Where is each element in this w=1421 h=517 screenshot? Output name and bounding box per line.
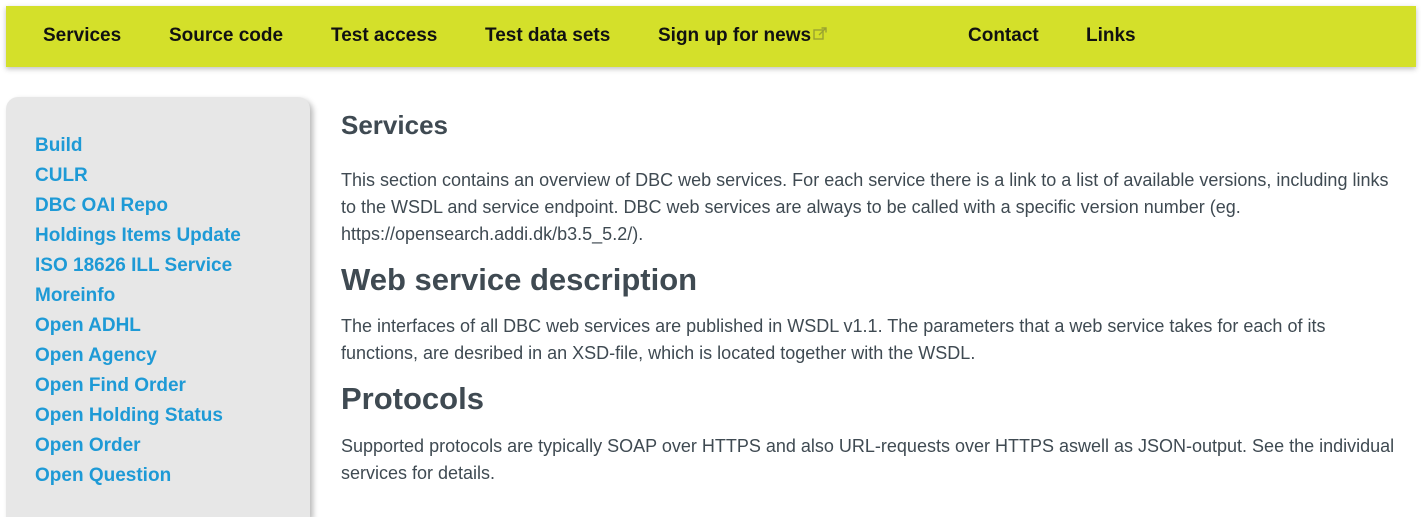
section-text-web-service-description: The interfaces of all DBC web services a… [341,316,1326,363]
sidebar-item-dbc-oai-repo[interactable]: DBC OAI Repo [35,191,241,221]
section-text-protocols: Supported protocols are typically SOAP o… [341,436,1395,483]
section-heading-protocols: Protocols [341,381,484,416]
sidebar-item-culr[interactable]: CULR [35,161,241,191]
nav-item-sign-up-for-news[interactable]: Sign up for news [658,6,828,67]
nav-item-links[interactable]: Links [1086,6,1136,67]
page-title: Services [341,110,448,140]
sidebar-item-holdings-items-update[interactable]: Holdings Items Update [35,221,241,251]
sidebar-item-iso-18626-ill-service[interactable]: ISO 18626 ILL Service [35,251,241,281]
nav-item-services[interactable]: Services [43,6,121,67]
nav-item-contact[interactable]: Contact [968,6,1039,67]
sidebar-item-moreinfo[interactable]: Moreinfo [35,281,241,311]
sidebar-item-open-find-order[interactable]: Open Find Order [35,371,241,401]
top-navigation-bar: Services Source code Test access Test da… [6,6,1416,67]
external-link-icon [813,27,827,41]
sidebar-service-list: Build CULR DBC OAI Repo Holdings Items U… [35,131,241,491]
nav-item-source-code[interactable]: Source code [169,6,283,67]
sidebar-item-open-holding-status[interactable]: Open Holding Status [35,401,241,431]
section-heading-web-service-description: Web service description [341,262,698,297]
sidebar-item-open-agency[interactable]: Open Agency [35,341,241,371]
sidebar-item-build[interactable]: Build [35,131,241,161]
nav-item-sign-up-label: Sign up for news [658,25,812,46]
nav-item-test-access[interactable]: Test access [331,6,437,67]
sidebar: Build CULR DBC OAI Repo Holdings Items U… [6,97,310,517]
intro-paragraph: This section contains an overview of DBC… [341,170,1389,244]
sidebar-item-open-order[interactable]: Open Order [35,431,241,461]
nav-item-test-data-sets[interactable]: Test data sets [485,6,610,67]
sidebar-item-open-question[interactable]: Open Question [35,461,241,491]
sidebar-item-open-adhl[interactable]: Open ADHL [35,311,241,341]
